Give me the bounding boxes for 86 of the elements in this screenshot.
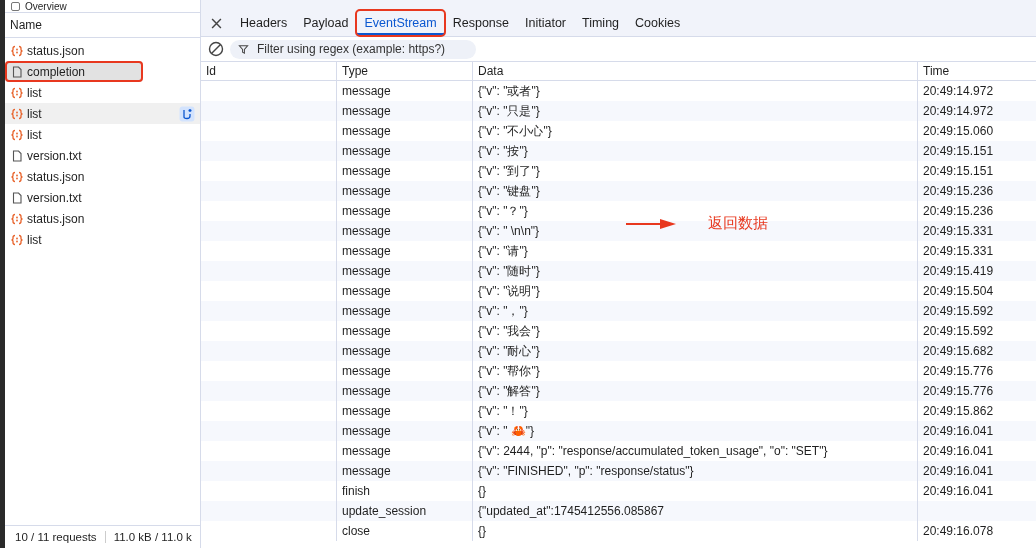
filter-field[interactable]: Filter using regex (example: https?) — [230, 39, 476, 59]
table-cell: 20:49:15.592 — [923, 304, 994, 318]
request-item[interactable]: list — [5, 82, 200, 103]
request-item[interactable]: list — [5, 124, 200, 145]
tab[interactable]: EventStream — [356, 10, 445, 36]
table-cell: 20:49:16.041 — [923, 424, 994, 438]
column-header[interactable]: Data — [473, 62, 918, 80]
tab[interactable]: Initiator — [517, 10, 574, 36]
request-item[interactable]: list — [5, 103, 200, 124]
document-icon — [11, 149, 23, 162]
table-cell: message — [337, 181, 473, 201]
table-cell: 20:49:16.078 — [923, 524, 994, 538]
table-cell: message — [337, 301, 473, 321]
arrow-annotation — [626, 217, 676, 230]
table-cell: 20:49:15.682 — [923, 344, 994, 358]
json-icon — [11, 170, 23, 183]
status-text: 10 / 11 requests — [14, 531, 98, 543]
table-cell: 20:49:14.972 — [923, 84, 994, 98]
table-cell: 20:49:16.041 — [923, 464, 994, 478]
request-item[interactable]: version.txt — [5, 187, 200, 208]
table-cell: 20:49:15.331 — [923, 224, 994, 238]
table-cell: message — [337, 421, 473, 441]
table-cell: {"v": "解答"} — [473, 381, 918, 401]
table-cell: 20:49:15.592 — [923, 324, 994, 338]
tab[interactable]: Headers — [232, 10, 296, 36]
table-cell: 20:49:15.862 — [923, 404, 994, 418]
table-cell: 20:49:15.776 — [923, 384, 994, 398]
table-cell: message — [337, 381, 473, 401]
request-item[interactable]: list — [5, 229, 200, 250]
tab[interactable]: Timing — [574, 10, 628, 36]
document-icon — [11, 65, 23, 78]
table-cell: message — [337, 341, 473, 361]
table-cell: 20:49:15.419 — [923, 264, 994, 278]
json-icon — [11, 128, 23, 141]
clear-icon[interactable] — [208, 41, 224, 57]
table-cell: {"updated_at":1745412556.085867 — [473, 501, 918, 521]
table-cell: {"v": "按"} — [473, 141, 918, 161]
table-cell: 20:49:16.041 — [923, 444, 994, 458]
filter-icon — [238, 43, 249, 55]
table-cell: close — [337, 521, 473, 541]
table-cell: message — [337, 461, 473, 481]
document-icon — [11, 191, 23, 204]
request-item[interactable]: status.json — [5, 166, 200, 187]
table-cell: 20:49:15.151 — [923, 144, 994, 158]
column-header: Name — [5, 13, 200, 38]
column-header[interactable]: Time — [918, 62, 1036, 80]
table-cell: message — [337, 101, 473, 121]
column-header[interactable]: Id — [201, 62, 337, 80]
table-cell: {"v": " 🦀"} — [473, 421, 918, 441]
table-cell: 20:49:15.060 — [923, 124, 994, 138]
table-cell: {"v": "随时"} — [473, 261, 918, 281]
table-cell: update_session — [337, 501, 473, 521]
request-item[interactable]: version.txt — [5, 145, 200, 166]
tab[interactable]: Response — [444, 10, 517, 36]
request-item[interactable]: completion — [5, 61, 143, 82]
table-cell: {} — [473, 521, 918, 541]
json-icon — [11, 107, 23, 120]
checkbox[interactable] — [11, 1, 20, 11]
table-cell: {"v": "FINISHED", "p": "response/status"} — [473, 461, 918, 481]
json-icon — [11, 86, 23, 99]
table-cell: 20:49:15.151 — [923, 164, 994, 178]
table-cell: 20:49:15.776 — [923, 364, 994, 378]
tab[interactable]: Cookies — [627, 10, 689, 36]
status-text: 11.0 kB / 11.0 k — [104, 531, 200, 543]
json-icon — [11, 233, 23, 246]
table-cell: {"v": "只是"} — [473, 101, 918, 121]
table-cell: 20:49:15.331 — [923, 244, 994, 258]
table-cell: {"v": "键盘"} — [473, 181, 918, 201]
table-cell: 20:49:16.041 — [923, 484, 994, 498]
request-item[interactable]: status.json — [5, 208, 200, 229]
table-cell: message — [337, 221, 473, 241]
overview-label: Overview — [25, 0, 67, 12]
table-cell: 20:49:15.236 — [923, 184, 994, 198]
table-cell: {"v": "，"} — [473, 301, 918, 321]
table-cell: 20:49:14.972 — [923, 104, 994, 118]
table-cell: message — [337, 141, 473, 161]
table-cell: 20:49:15.236 — [923, 204, 994, 218]
table-cell: message — [337, 261, 473, 281]
ai-assist-icon[interactable] — [179, 105, 195, 122]
table-cell: 20:49:15.504 — [923, 284, 994, 298]
column-header[interactable]: Type — [337, 62, 473, 80]
json-icon — [11, 44, 23, 57]
table-cell: {"v": "耐心"} — [473, 341, 918, 361]
tab[interactable]: Payload — [295, 10, 357, 36]
json-icon — [11, 212, 23, 225]
request-item[interactable]: status.json — [5, 40, 200, 61]
